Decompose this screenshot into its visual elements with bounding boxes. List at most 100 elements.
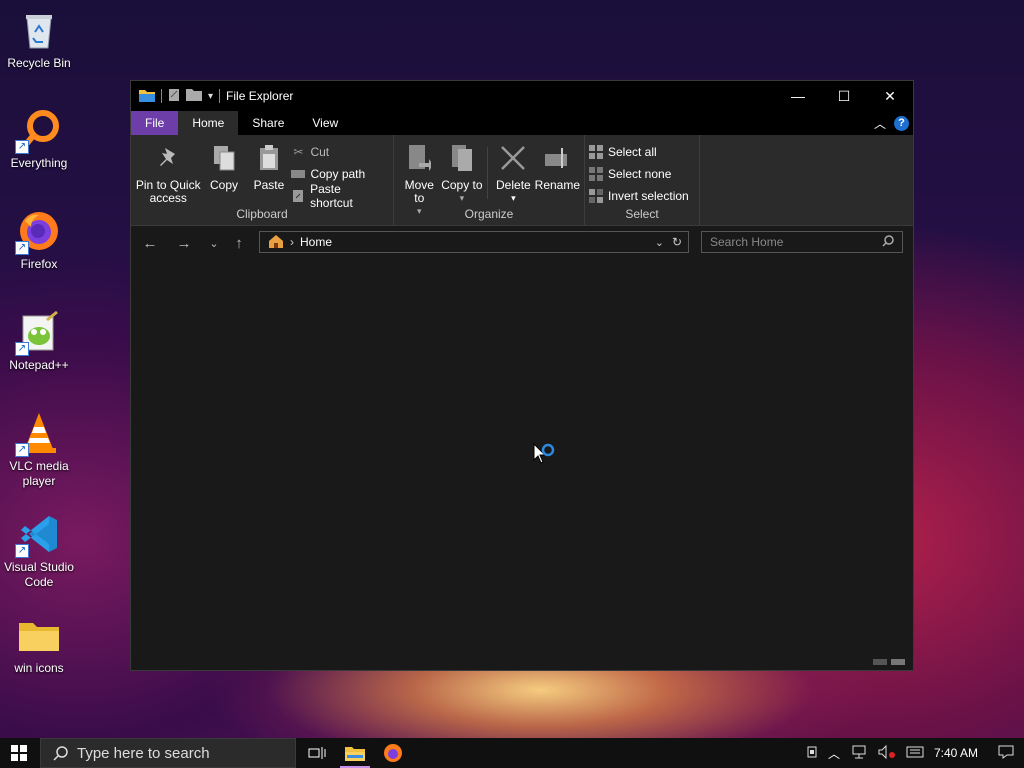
dropdown-chevron-icon: ▾ [511, 193, 516, 203]
tab-share[interactable]: Share [238, 111, 298, 135]
desktop-icon-notepadpp[interactable]: ↗ Notepad++ [0, 310, 78, 373]
details-view-icon[interactable] [873, 654, 887, 668]
home-icon [268, 234, 284, 251]
refresh-icon[interactable]: ↻ [672, 235, 682, 249]
copy-path-icon [291, 167, 306, 181]
desktop-icon-vscode[interactable]: ↗ Visual Studio Code [0, 512, 78, 590]
select-group: Select all Select none Invert selection … [585, 135, 700, 225]
collapse-ribbon-chevron-icon[interactable]: ︿ [874, 115, 886, 132]
copy-path-label: Copy path [310, 167, 366, 181]
shortcut-arrow-icon: ↗ [15, 241, 29, 255]
vscode-icon: ↗ [15, 512, 61, 558]
breadcrumb-location[interactable]: Home [300, 235, 332, 249]
folder-icon [17, 613, 61, 657]
separator [161, 89, 162, 103]
usb-device-icon[interactable] [806, 746, 818, 761]
vlc-cone-icon: ↗ [15, 411, 61, 457]
everything-icon: ↗ [15, 108, 61, 154]
scissors-icon: ✂ [293, 145, 304, 159]
shortcut-arrow-icon: ↗ [15, 443, 29, 457]
taskbar-firefox[interactable] [374, 738, 412, 768]
desktop-icon-label: Recycle Bin [7, 56, 71, 70]
address-dropdown-chevron-icon[interactable]: ⌄ [655, 236, 664, 249]
taskbar-file-explorer[interactable] [336, 738, 374, 768]
file-explorer-icon [345, 747, 365, 761]
search-box[interactable]: Search Home [701, 231, 903, 253]
search-icon[interactable] [882, 234, 894, 250]
keyboard-icon[interactable] [906, 746, 924, 761]
organize-group: Move to ▾ Copy to ▾ Delete ▾ Rename Orga… [394, 135, 585, 225]
tab-home[interactable]: Home [178, 111, 239, 135]
taskbar-search-input[interactable]: Type here to search [77, 745, 210, 762]
desktop-icon-everything[interactable]: ↗ Everything [0, 108, 78, 171]
dropdown-chevron-icon: ▾ [459, 193, 465, 203]
paste-shortcut-button[interactable]: Paste shortcut [291, 182, 389, 210]
windows-logo-icon [11, 745, 27, 761]
network-icon[interactable] [850, 745, 868, 762]
invert-selection-label: Invert selection [608, 189, 689, 203]
desktop-icon-label: win icons [14, 661, 64, 675]
forward-arrow-icon[interactable]: → [169, 235, 199, 252]
navigation-bar: ← → ⌄ ↑ › Home ⌄ ↻ Search Home [131, 226, 913, 260]
select-none-icon [589, 167, 603, 181]
show-hidden-icons-chevron-icon[interactable]: ︿ [828, 745, 840, 762]
select-none-button[interactable]: Select none [589, 163, 693, 185]
firefox-icon [384, 744, 402, 762]
clipboard-group-label: Clipboard [236, 207, 288, 221]
breadcrumb-chevron-icon: › [290, 235, 294, 249]
taskbar-search-box[interactable]: Type here to search [40, 738, 296, 768]
content-pane[interactable] [131, 261, 913, 670]
up-arrow-icon[interactable]: ↑ [229, 235, 249, 252]
paste-icon [255, 143, 283, 173]
properties-icon[interactable] [168, 88, 180, 105]
select-all-label: Select all [608, 145, 657, 159]
quick-access-toolbar: ▾ [131, 88, 221, 105]
start-button[interactable] [0, 738, 38, 768]
paste-shortcut-icon [291, 189, 305, 203]
search-input[interactable]: Search Home [702, 235, 783, 249]
firefox-icon: ↗ [15, 209, 61, 255]
file-explorer-icon [139, 88, 155, 105]
maximize-button[interactable]: ☐ [821, 81, 867, 111]
help-icon[interactable]: ? [894, 116, 909, 131]
desktop-icon-recycle-bin[interactable]: Recycle Bin [0, 8, 78, 71]
notifications-icon[interactable] [998, 745, 1014, 762]
desktop-icon-label: Firefox [20, 257, 58, 271]
close-button[interactable]: ✕ [867, 81, 913, 111]
pin-icon [154, 143, 182, 173]
invert-selection-button[interactable]: Invert selection [589, 185, 693, 207]
system-tray: ︿ 7:40 AM [806, 744, 1024, 762]
copy-to-icon [448, 143, 476, 173]
paste-label: Paste [253, 178, 285, 192]
tab-view[interactable]: View [298, 111, 352, 135]
back-arrow-icon[interactable]: ← [135, 235, 165, 252]
desktop-icon-firefox[interactable]: ↗ Firefox [0, 209, 78, 272]
shortcut-arrow-icon: ↗ [15, 544, 29, 558]
select-none-label: Select none [608, 167, 672, 181]
recent-locations-chevron-icon[interactable]: ⌄ [199, 237, 229, 250]
minimize-button[interactable]: — [775, 81, 821, 111]
paste-shortcut-label: Paste shortcut [310, 182, 353, 210]
desktop-icon-vlc[interactable]: ↗ VLC media player [0, 411, 78, 489]
task-view-icon [308, 747, 326, 759]
volume-muted-icon[interactable] [878, 744, 896, 762]
clock[interactable]: 7:40 AM [934, 746, 978, 760]
cut-label: Cut [310, 145, 330, 159]
customize-qa-chevron-icon[interactable]: ▾ [208, 91, 213, 102]
new-folder-icon[interactable] [186, 88, 202, 104]
search-icon [53, 746, 68, 761]
cut-button[interactable]: ✂ Cut [291, 141, 389, 163]
organize-group-label: Organize [464, 207, 514, 221]
select-all-button[interactable]: Select all [589, 141, 693, 163]
large-icons-view-icon[interactable] [891, 654, 905, 668]
address-bar[interactable]: › Home ⌄ ↻ [259, 231, 689, 253]
tab-file[interactable]: File [131, 111, 179, 135]
desktop-icon-label: Everything [10, 156, 68, 170]
ribbon-tabs: File Home Share View ︿ ? [131, 111, 913, 135]
delete-x-icon [499, 143, 527, 173]
desktop-icon-win-icons[interactable]: win icons [0, 613, 78, 676]
divider [487, 147, 489, 199]
rename-label: Rename [534, 178, 581, 192]
select-all-icon [589, 145, 603, 159]
task-view-button[interactable] [298, 738, 336, 768]
